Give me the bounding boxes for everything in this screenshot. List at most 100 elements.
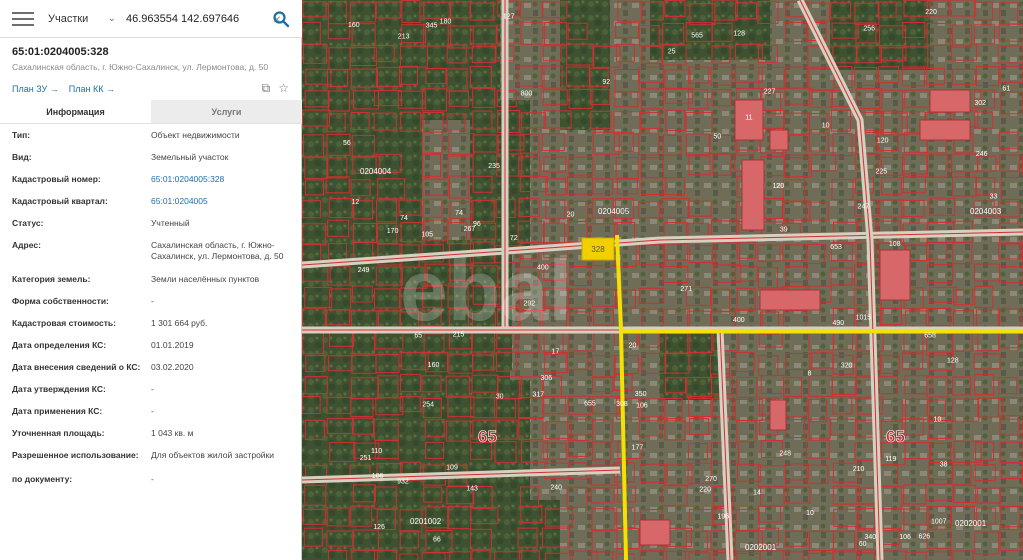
- property-row: Кадастровый квартал: 65:01:0204005: [12, 196, 296, 207]
- chevron-down-icon: ⌄: [107, 13, 116, 24]
- parcel-number: 60: [859, 541, 867, 548]
- plan-zu-link[interactable]: План ЗУ →: [12, 84, 59, 94]
- parcel-number: 246: [976, 151, 988, 158]
- parcel-number: 247: [858, 204, 870, 211]
- parcel-number: 12: [351, 199, 359, 206]
- building: [639, 519, 671, 546]
- quarter-label: 0202001: [955, 519, 987, 528]
- property-label: Уточненная площадь:: [12, 428, 105, 438]
- parcel-number: 626: [918, 534, 930, 541]
- parcel-number: 490: [833, 320, 845, 327]
- building: [741, 159, 765, 231]
- property-row: Дата применения КС: -: [12, 406, 296, 417]
- tab-services[interactable]: Услуги: [151, 100, 302, 123]
- property-label: Категория земель:: [12, 274, 91, 284]
- parcel-number: 106: [636, 403, 648, 410]
- parcel-number: 17: [552, 348, 560, 355]
- parcel-number: 170: [387, 228, 399, 235]
- parcel-number: 143: [466, 486, 478, 493]
- parcel-number: 235: [488, 163, 500, 170]
- property-label: Дата внесения сведений о КС:: [12, 362, 141, 372]
- property-label: Кадастровый номер:: [12, 174, 101, 184]
- parcel-number: 308: [616, 401, 628, 408]
- menu-icon[interactable]: [12, 11, 34, 26]
- parcel-number: 213: [398, 34, 410, 41]
- property-label: Статус:: [12, 218, 44, 228]
- parcel-number: 56: [343, 140, 351, 147]
- region-label: 65: [478, 427, 497, 446]
- zoom-to-object-icon[interactable]: ⧉: [262, 82, 271, 94]
- parcel-number: 256: [863, 26, 875, 33]
- parcel-number: 33: [990, 193, 998, 200]
- map-watermark: ebal: [400, 243, 572, 339]
- building: [919, 119, 971, 141]
- parcel-number: 302: [974, 100, 986, 107]
- parcel-number: 1007: [931, 518, 947, 525]
- parcel-number: 96: [473, 221, 481, 228]
- property-value[interactable]: 65:01:0204005:328: [151, 174, 296, 185]
- parcel-number: 317: [532, 392, 544, 399]
- parcel-number: 251: [360, 455, 372, 462]
- parcel-number: 271: [680, 286, 692, 293]
- parcel-number: 105: [421, 232, 433, 239]
- parcel-number: 127: [503, 13, 515, 20]
- building: [879, 249, 911, 301]
- property-value: 1 043 кв. м: [151, 428, 194, 438]
- search-input[interactable]: [126, 12, 266, 25]
- parcel-number: 160: [428, 362, 440, 369]
- search-icon[interactable]: [272, 10, 290, 28]
- info-panel: Участки ⌄ × 65:01:0204005:328 Сахалинска…: [0, 0, 302, 560]
- parcel-number: 227: [764, 88, 776, 95]
- cadastral-number-title: 65:01:0204005:328: [12, 46, 109, 58]
- parcel-number: 565: [691, 33, 703, 40]
- property-value[interactable]: 65:01:0204005: [151, 196, 296, 207]
- selected-parcel-label: 328: [591, 245, 605, 254]
- parcel-number: 66: [433, 536, 441, 543]
- property-row: Дата внесения сведений о КС: 03.02.2020: [12, 362, 296, 373]
- property-value: -: [151, 296, 154, 306]
- quarter-label: 0202001: [745, 543, 777, 552]
- parcel-number: 800: [521, 90, 533, 97]
- tab-information[interactable]: Информация: [0, 100, 151, 123]
- building: [759, 289, 821, 311]
- property-row: Дата определения КС: 01.01.2019: [12, 340, 296, 351]
- header-actions: ⧉ ☆: [262, 82, 289, 94]
- property-label: Тип:: [12, 130, 31, 140]
- parcel-number: 20: [567, 212, 575, 219]
- parcel-number: 120: [877, 137, 889, 144]
- parcel-number: 10: [822, 123, 830, 130]
- parcel-number: 61: [1002, 86, 1010, 93]
- parcel-number: 254: [422, 401, 434, 408]
- property-row: Уточненная площадь: 1 043 кв. м: [12, 428, 296, 439]
- parcel-number: 106: [372, 473, 384, 480]
- region-label: 65: [886, 427, 905, 446]
- object-address: Сахалинская область, г. Южно-Сахалинск, …: [12, 62, 269, 72]
- property-value: Учтенный: [151, 218, 190, 228]
- parcel-number: 1015: [856, 315, 872, 322]
- layer-select[interactable]: Участки ⌄: [48, 13, 116, 25]
- property-value: -: [151, 406, 154, 416]
- property-label: Дата определения КС:: [12, 340, 107, 350]
- favorite-star-icon[interactable]: ☆: [278, 82, 289, 94]
- parcel-number: 72: [510, 235, 518, 242]
- parcel-number: 196: [717, 514, 729, 521]
- parcel-number: 128: [733, 30, 745, 37]
- parcel-number: 8: [808, 370, 812, 377]
- property-row: Категория земель: Земли населённых пункто…: [12, 274, 296, 285]
- property-value: 03.02.2020: [151, 362, 194, 372]
- parcel-number: 50: [713, 134, 721, 141]
- parcel-number: 108: [889, 241, 901, 248]
- quarter-label: 0204003: [970, 207, 1002, 216]
- parcel-number: 109: [446, 464, 458, 471]
- plan-links: План ЗУ → План КК →: [12, 84, 115, 94]
- plan-kk-link[interactable]: План КК →: [69, 84, 115, 94]
- parcel-number: 340: [865, 534, 877, 541]
- property-value: 01.01.2019: [151, 340, 194, 350]
- parcel-number: 25: [668, 48, 676, 55]
- parcel-number: 240: [550, 485, 562, 492]
- parcel-number: 225: [876, 169, 888, 176]
- quarter-label: 0204004: [360, 167, 392, 176]
- property-label: Кадастровый квартал:: [12, 196, 108, 206]
- parcel-number: 345: [426, 22, 438, 29]
- parcel-number: 177: [632, 444, 644, 451]
